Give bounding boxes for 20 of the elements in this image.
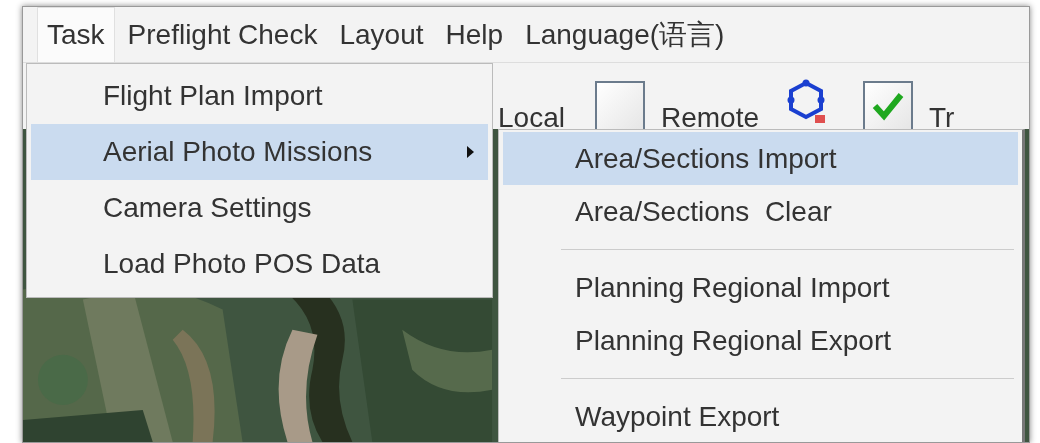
menu-item[interactable]: Preflight Check xyxy=(118,7,327,62)
menu-item[interactable]: Area/Sections Clear xyxy=(503,185,1018,238)
menu-item[interactable]: Planning Regional Import xyxy=(503,261,1018,314)
menu-item[interactable]: Task xyxy=(37,7,115,62)
menu-item[interactable]: Layout xyxy=(330,7,433,62)
menu-item[interactable]: Flight Plan Import xyxy=(31,68,488,124)
menu-item[interactable]: Planning Regional Export xyxy=(503,314,1018,367)
menu-item[interactable]: Camera Settings xyxy=(31,180,488,236)
checkmark-icon xyxy=(871,91,905,121)
checkbox-label: Remote xyxy=(660,103,759,129)
toolbar-label: Local xyxy=(498,103,565,129)
menu-item[interactable]: Waypoint Export xyxy=(503,390,1018,442)
checkbox[interactable] xyxy=(863,81,913,129)
menu-item[interactable]: Aerial Photo Missions xyxy=(31,124,488,180)
menu-item[interactable]: Area/Sections Import xyxy=(503,132,1018,185)
menu-item[interactable]: Help xyxy=(436,7,513,62)
menu-item[interactable]: Load Photo POS Data xyxy=(31,236,488,292)
menu-item[interactable]: Language(语言) xyxy=(516,7,734,62)
checkbox-label: Tr xyxy=(929,103,955,129)
checkbox[interactable] xyxy=(594,81,645,129)
